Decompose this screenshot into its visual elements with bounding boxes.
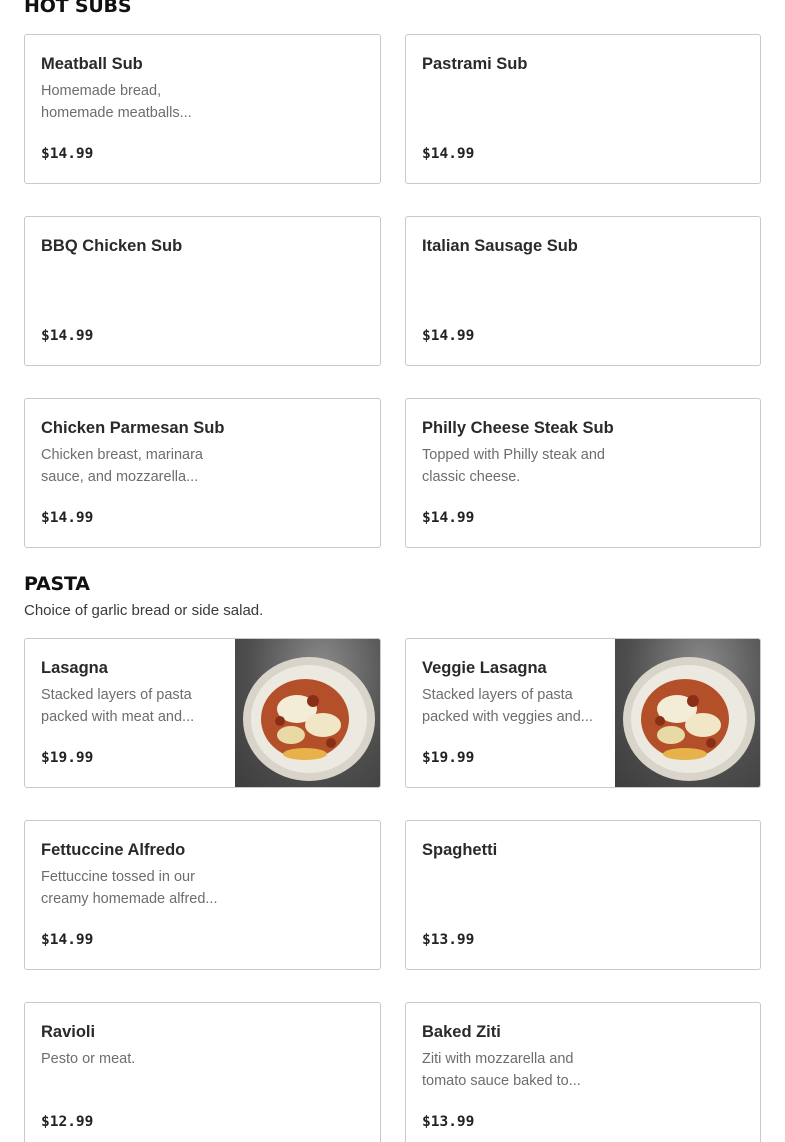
item-price: $14.99 bbox=[422, 510, 475, 526]
item-price: $14.99 bbox=[41, 932, 94, 948]
item-name: Italian Sausage Sub bbox=[422, 237, 578, 255]
menu-item-card[interactable]: Meatball Sub Homemade bread, homemade mea… bbox=[24, 34, 381, 184]
item-price: $14.99 bbox=[422, 146, 475, 162]
menu-grid-hot-subs: Meatball Sub Homemade bread, homemade mea… bbox=[24, 34, 761, 548]
menu-item-card[interactable]: Italian Sausage Sub $14.99 bbox=[405, 216, 761, 366]
item-name: Fettuccine Alfredo bbox=[41, 841, 186, 859]
item-price: $19.99 bbox=[422, 750, 475, 766]
menu-item-card[interactable]: Ravioli Pesto or meat. $12.99 bbox=[24, 1002, 381, 1142]
section-title-pasta: PASTA bbox=[24, 573, 90, 595]
menu-item-card[interactable]: Chicken Parmesan Sub Chicken breast, mari… bbox=[24, 398, 381, 548]
menu-item-card[interactable]: Pastrami Sub $14.99 bbox=[405, 34, 761, 184]
item-name: Philly Cheese Steak Sub bbox=[422, 419, 614, 437]
veggie-lasagna-photo bbox=[615, 639, 760, 787]
item-price: $14.99 bbox=[422, 328, 475, 344]
item-price: $13.99 bbox=[422, 932, 475, 948]
section-description: Choice of garlic bread or side salad. bbox=[24, 602, 264, 619]
menu-item-card[interactable]: Baked Ziti Ziti with mozzarella and tomat… bbox=[405, 1002, 761, 1142]
item-description: Topped with Philly steak and classic che… bbox=[422, 447, 605, 485]
item-name: Veggie Lasagna bbox=[422, 659, 547, 677]
lasagna-photo bbox=[235, 639, 380, 787]
section-title-hot-subs: HOT SUBS bbox=[24, 0, 132, 17]
item-description: Chicken breast, marinara sauce, and mozz… bbox=[41, 447, 203, 485]
menu-item-card[interactable]: Fettuccine Alfredo Fettuccine tossed in o… bbox=[24, 820, 381, 970]
menu-item-card[interactable]: Lasagna Stacked layers of pasta packed wi… bbox=[24, 638, 381, 788]
item-price: $14.99 bbox=[41, 146, 94, 162]
item-price: $14.99 bbox=[41, 510, 94, 526]
item-price: $14.99 bbox=[41, 328, 94, 344]
item-description: Stacked layers of pasta packed with vegg… bbox=[422, 687, 593, 725]
menu-grid-pasta: Lasagna Stacked layers of pasta packed wi… bbox=[24, 638, 761, 1142]
item-description: Ziti with mozzarella and tomato sauce ba… bbox=[422, 1051, 581, 1089]
item-name: Ravioli bbox=[41, 1023, 96, 1041]
item-name: Spaghetti bbox=[422, 841, 498, 859]
item-description: Fettuccine tossed in our creamy homemade… bbox=[41, 869, 218, 907]
item-description: Homemade bread, homemade meatballs... bbox=[41, 83, 192, 121]
item-name: Lasagna bbox=[41, 659, 108, 677]
menu-item-card[interactable]: Veggie Lasagna Stacked layers of pasta pa… bbox=[405, 638, 761, 788]
item-name: Pastrami Sub bbox=[422, 55, 528, 73]
item-name: Baked Ziti bbox=[422, 1023, 501, 1041]
item-name: Chicken Parmesan Sub bbox=[41, 419, 225, 437]
item-price: $13.99 bbox=[422, 1114, 475, 1130]
menu-item-card[interactable]: Spaghetti $13.99 bbox=[405, 820, 761, 970]
menu-item-card[interactable]: BBQ Chicken Sub $14.99 bbox=[24, 216, 381, 366]
item-description: Stacked layers of pasta packed with meat… bbox=[41, 687, 195, 725]
item-name: BBQ Chicken Sub bbox=[41, 237, 183, 255]
menu-item-card[interactable]: Philly Cheese Steak Sub Topped with Phill… bbox=[405, 398, 761, 548]
item-price: $19.99 bbox=[41, 750, 94, 766]
item-name: Meatball Sub bbox=[41, 55, 143, 73]
item-price: $12.99 bbox=[41, 1114, 94, 1130]
item-description: Pesto or meat. bbox=[41, 1051, 136, 1067]
